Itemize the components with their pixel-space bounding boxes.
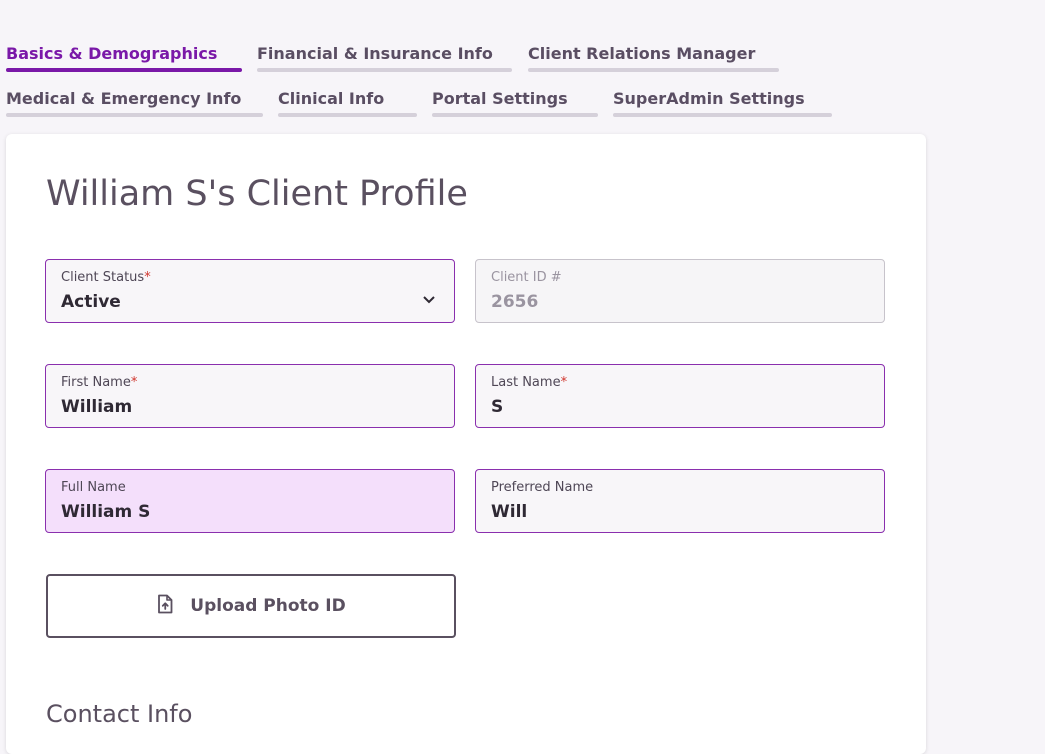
tab-medical-emergency[interactable]: Medical & Emergency Info bbox=[6, 89, 263, 117]
preferred-name-field[interactable]: Preferred Name Will bbox=[475, 469, 885, 533]
chevron-down-icon bbox=[422, 290, 436, 309]
full-name-value: William S bbox=[61, 502, 151, 522]
tab-underline bbox=[6, 68, 242, 72]
tab-underline bbox=[6, 113, 263, 117]
required-marker: * bbox=[130, 375, 138, 390]
preferred-name-label: Preferred Name bbox=[491, 480, 594, 495]
tab-label: Portal Settings bbox=[432, 89, 568, 108]
last-name-label: Last Name* bbox=[491, 375, 568, 390]
tab-basics-demographics[interactable]: Basics & Demographics bbox=[6, 44, 242, 72]
tab-label: Medical & Emergency Info bbox=[6, 89, 242, 108]
tab-label: Basics & Demographics bbox=[6, 44, 218, 63]
tab-superadmin-settings[interactable]: SuperAdmin Settings bbox=[613, 89, 832, 117]
upload-photo-id-button[interactable]: Upload Photo ID bbox=[46, 574, 456, 638]
page-title: William S's Client Profile bbox=[46, 174, 468, 214]
full-name-label: Full Name bbox=[61, 480, 126, 495]
client-id-label: Client ID # bbox=[491, 270, 562, 285]
client-id-field: Client ID # 2656 bbox=[475, 259, 885, 323]
file-upload-icon bbox=[156, 594, 174, 618]
tab-underline bbox=[613, 113, 832, 117]
tab-underline bbox=[528, 68, 779, 72]
first-name-field[interactable]: First Name* William bbox=[45, 364, 455, 428]
contact-info-heading: Contact Info bbox=[46, 700, 193, 728]
required-marker: * bbox=[144, 270, 151, 285]
tab-label: Financial & Insurance Info bbox=[257, 44, 493, 63]
first-name-label: First Name* bbox=[61, 375, 138, 390]
client-id-value: 2656 bbox=[491, 292, 539, 312]
upload-photo-id-label: Upload Photo ID bbox=[190, 596, 346, 616]
required-marker: * bbox=[560, 375, 568, 390]
first-name-value: William bbox=[61, 397, 133, 417]
tab-client-relations-manager[interactable]: Client Relations Manager bbox=[528, 44, 779, 72]
preferred-name-value: Will bbox=[491, 502, 528, 522]
client-status-value: Active bbox=[61, 292, 121, 312]
tab-label: Client Relations Manager bbox=[528, 44, 756, 63]
client-profile-card: William S's Client Profile Client Status… bbox=[6, 134, 926, 754]
tab-label: Clinical Info bbox=[278, 89, 385, 108]
tab-underline bbox=[432, 113, 598, 117]
tab-underline bbox=[278, 113, 417, 117]
tab-underline bbox=[257, 68, 512, 72]
client-status-select[interactable]: Client Status* Active bbox=[45, 259, 455, 323]
client-status-label: Client Status* bbox=[61, 270, 151, 285]
tab-financial-insurance[interactable]: Financial & Insurance Info bbox=[257, 44, 512, 72]
tab-portal-settings[interactable]: Portal Settings bbox=[432, 89, 598, 117]
tab-clinical-info[interactable]: Clinical Info bbox=[278, 89, 417, 117]
full-name-field[interactable]: Full Name William S bbox=[45, 469, 455, 533]
last-name-field[interactable]: Last Name* S bbox=[475, 364, 885, 428]
tab-label: SuperAdmin Settings bbox=[613, 89, 805, 108]
last-name-value: S bbox=[491, 397, 504, 417]
